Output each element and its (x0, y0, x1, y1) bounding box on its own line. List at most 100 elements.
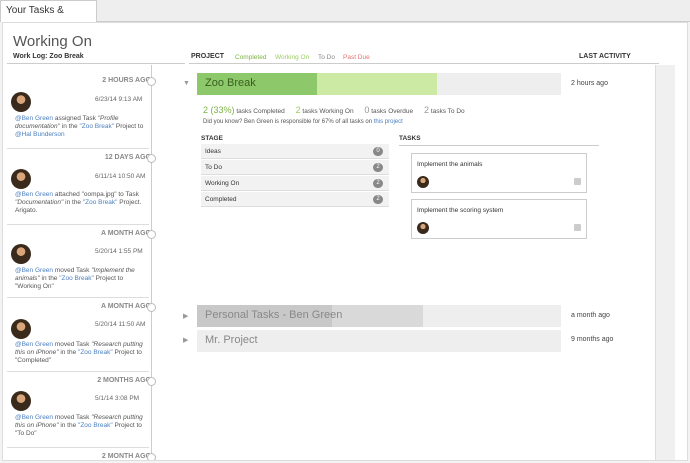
task-card[interactable]: Implement the animals (411, 153, 587, 193)
working-segment (317, 73, 438, 95)
avatar[interactable] (11, 169, 31, 189)
user-link[interactable]: @Ben Green (15, 414, 53, 421)
feed-item: 2 MONTH AGO (11, 453, 151, 460)
timeline-dot (147, 453, 156, 460)
avatar[interactable] (11, 319, 31, 339)
feed-item: 12 DAYS AGO 6/11/14 10:50 AM @Ben Green … (11, 154, 151, 228)
feed-mid: in the (58, 422, 79, 429)
project-last-activity: 9 months ago (571, 336, 614, 343)
feed-divider (7, 447, 149, 448)
timeline-dot (147, 230, 156, 239)
project-header-divider (189, 63, 659, 64)
timeline-dot (147, 154, 156, 163)
completed-label: tasks Completed (234, 108, 285, 115)
feed-text: @Ben Green attached "oompa.jpg" to Task … (15, 191, 147, 215)
stage-count-badge: 2 (373, 163, 383, 172)
project-link[interactable]: "Zoo Break" (78, 349, 113, 356)
feed-action: moved Task (53, 414, 92, 421)
feed-action: moved Task (53, 341, 92, 348)
task-name: Implement the animals (417, 161, 483, 168)
user-link[interactable]: @Ben Green (15, 115, 53, 122)
thumbs-up-icon[interactable] (574, 178, 581, 185)
project-hint: Did you know? Ben Green is responsible f… (203, 119, 403, 125)
this-project-link[interactable]: this project (374, 119, 403, 125)
timeline-dot (147, 303, 156, 312)
task-ref: "Documentation" (15, 199, 64, 206)
feed-action: assigned Task (53, 115, 98, 122)
feed-divider (7, 224, 149, 225)
legend-to-do: To Do (318, 54, 335, 61)
expand-arrow-icon[interactable]: ▶ (183, 336, 188, 344)
feed-divider (7, 148, 149, 149)
feed-text: @Ben Green moved Task "Research putting … (15, 414, 147, 438)
assignee-avatar[interactable] (417, 222, 429, 234)
project-name: Personal Tasks - Ben Green (205, 309, 343, 321)
feed-text: @Ben Green moved Task "Implement the ani… (15, 267, 147, 291)
feed-time: 2 MONTHS AGO (97, 377, 151, 384)
feed-action: moved Task (53, 267, 92, 274)
feed-item: 2 MONTHS AGO 5/1/14 3:08 PM @Ben Green m… (11, 377, 151, 451)
target-user-link[interactable]: @Hal Bunderson (15, 131, 65, 138)
vertical-scrollbar[interactable] (655, 65, 675, 460)
completed-count: 2 (33%) (203, 105, 235, 115)
tasks-divider (399, 145, 599, 146)
task-card[interactable]: Implement the scoring system (411, 199, 587, 239)
stage-count-badge: 2 (373, 195, 383, 204)
feed-date: 5/20/14 1:55 PM (95, 248, 143, 255)
stage-count-badge: 2 (373, 179, 383, 188)
feed-time: A MONTH AGO (100, 230, 151, 237)
stage-row-ideas[interactable]: Ideas 0 (201, 144, 389, 159)
todo-label: tasks To Do (429, 108, 465, 115)
last-activity-header: LAST ACTIVITY (579, 53, 631, 60)
stage-row-completed[interactable]: Completed 2 (201, 192, 389, 207)
stage-row-working-on[interactable]: Working On 2 (201, 176, 389, 191)
page-title: Working On (13, 33, 92, 50)
avatar[interactable] (11, 391, 31, 411)
stage-name: Completed (205, 196, 237, 203)
overdue-label: tasks Overdue (369, 108, 414, 115)
expand-arrow-icon[interactable]: ▶ (183, 312, 188, 320)
feed-header-divider (7, 63, 185, 64)
working-label: tasks Working On (300, 108, 354, 115)
feed-action: attached "oompa.jpg" to Task (53, 191, 139, 198)
stage-row-to-do[interactable]: To Do 2 (201, 160, 389, 175)
legend-past-due: Past Due (343, 54, 370, 61)
assignee-avatar[interactable] (417, 176, 429, 188)
stage-header: STAGE (201, 135, 223, 142)
project-link[interactable]: "Zoo Break" (78, 422, 113, 429)
feed-date: 6/11/14 10:50 AM (95, 173, 146, 180)
project-link[interactable]: "Zoo Break" (79, 123, 114, 130)
thumbs-up-icon[interactable] (574, 224, 581, 231)
stage-name: Ideas (205, 148, 221, 155)
feed-text: @Ben Green moved Task "Research putting … (15, 341, 147, 365)
project-bar-zoo-break[interactable]: Zoo Break (197, 73, 561, 95)
tab-your-tasks-projects[interactable]: Your Tasks & Projects (0, 0, 97, 36)
legend-completed: Completed (235, 54, 267, 61)
feed-item: A MONTH AGO 5/20/14 1:55 PM @Ben Green m… (11, 230, 151, 304)
stage-name: To Do (205, 164, 222, 171)
timeline-dot (147, 77, 156, 86)
project-bar-personal-tasks[interactable]: Personal Tasks - Ben Green (197, 305, 561, 327)
project-link[interactable]: "Zoo Break" (59, 275, 94, 282)
user-link[interactable]: @Ben Green (15, 191, 53, 198)
hint-text: Did you know? Ben Green is responsible f… (203, 119, 374, 125)
project-last-activity: 2 hours ago (571, 80, 608, 87)
feed-time: A MONTH AGO (100, 303, 151, 310)
feed-item: A MONTH AGO 5/20/14 11:50 AM @Ben Green … (11, 303, 151, 377)
feed-date: 5/1/14 3:08 PM (95, 395, 140, 402)
project-bar-mr-project[interactable]: Mr. Project (197, 330, 561, 352)
project-link[interactable]: "Zoo Break" (83, 199, 118, 206)
feed-divider (7, 297, 149, 298)
user-link[interactable]: @Ben Green (15, 341, 53, 348)
feed-mid: in the (59, 123, 80, 130)
feed-divider (7, 371, 149, 372)
timeline-line (151, 65, 152, 460)
avatar[interactable] (11, 244, 31, 264)
collapse-arrow-icon[interactable]: ▼ (183, 80, 190, 87)
user-link[interactable]: @Ben Green (15, 267, 53, 274)
avatar[interactable] (11, 92, 31, 112)
stage-count-badge: 0 (373, 147, 383, 156)
feed-mid: in the (63, 199, 83, 206)
feed-mid: in the (39, 275, 60, 282)
project-name: Mr. Project (205, 334, 258, 346)
